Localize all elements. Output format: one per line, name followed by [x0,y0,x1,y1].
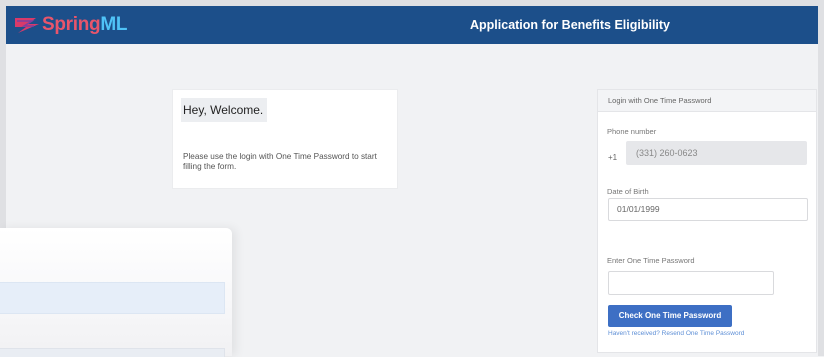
logo-text: SpringML [42,14,128,36]
logo-text-spring: Spring [42,14,101,35]
login-card-title: Login with One Time Password [608,96,712,105]
welcome-heading: Hey, Welcome. [181,98,268,122]
otp-label: Enter One Time Password [607,256,695,265]
springml-logo-icon [15,18,39,33]
dob-field[interactable]: 01/01/1999 [608,198,808,221]
otp-field[interactable] [608,271,774,295]
window-frame-right [818,0,824,356]
otp-login-card: Login with One Time Password Phone numbe… [597,89,817,353]
welcome-message: Please use the login with One Time Passw… [183,152,377,171]
dob-value: 01/01/1999 [617,204,660,214]
welcome-card: Hey, Welcome. Please use the login with … [172,89,398,189]
phone-value: (331) 260-0623 [636,148,698,158]
resend-otp-link[interactable]: Haven't received? Resend One Time Passwo… [608,330,744,337]
logo[interactable]: SpringML [14,13,128,37]
overlay-input-bar[interactable] [0,282,225,314]
phone-field[interactable]: (331) 260-0623 [626,141,807,165]
login-card-header: Login with One Time Password [598,90,816,112]
page-title: Application for Benefits Eligibility [470,18,671,32]
phone-label: Phone number [607,127,657,136]
app-header: SpringML Application for Benefits Eligib… [6,6,818,44]
overlay-panel [0,228,232,357]
phone-country-code: +1 [608,153,618,162]
logo-text-ml: ML [100,14,128,35]
check-otp-button[interactable]: Check One Time Password [608,305,732,327]
dob-label: Date of Birth [607,187,649,196]
